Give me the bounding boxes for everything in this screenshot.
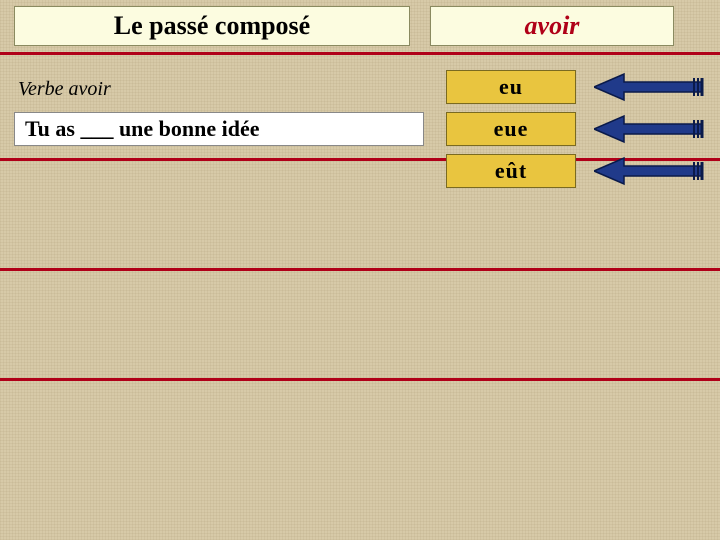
arrow-left-icon: [594, 72, 706, 102]
option-0-text: eu: [499, 74, 523, 100]
arrow-2[interactable]: [594, 154, 706, 188]
divider-3: [0, 378, 720, 381]
option-2[interactable]: eût: [446, 154, 576, 188]
arrow-0[interactable]: [594, 70, 706, 104]
arrow-left-icon: [594, 156, 706, 186]
verb-title: avoir: [525, 11, 580, 41]
page-title: Le passé composé: [114, 11, 310, 41]
sentence-box: Tu as ___ une bonne idée: [14, 112, 424, 146]
divider-0: [0, 52, 720, 55]
page-title-box: Le passé composé: [14, 6, 410, 46]
verb-title-box: avoir: [430, 6, 674, 46]
arrow-left-icon: [594, 114, 706, 144]
verb-label: Verbe avoir: [18, 78, 111, 101]
option-0[interactable]: eu: [446, 70, 576, 104]
option-1-text: eue: [494, 116, 529, 142]
arrow-1[interactable]: [594, 112, 706, 146]
option-2-text: eût: [495, 158, 527, 184]
option-1[interactable]: eue: [446, 112, 576, 146]
divider-2: [0, 268, 720, 271]
sentence-text: Tu as ___ une bonne idée: [25, 116, 260, 142]
